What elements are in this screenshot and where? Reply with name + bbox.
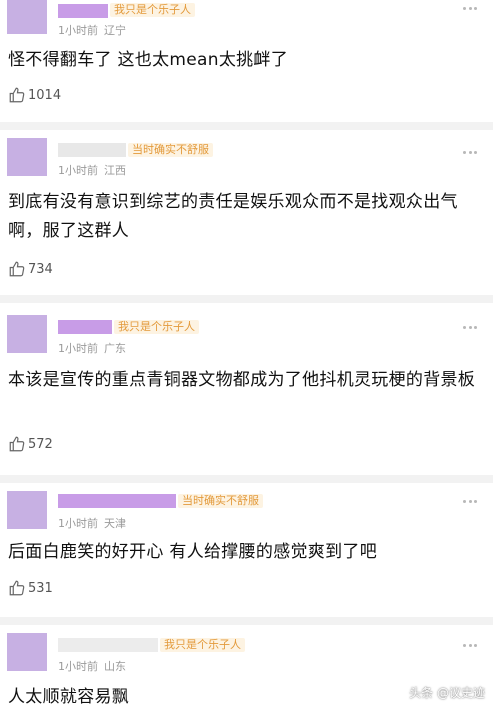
comment-3: 我只是个乐子人 1小时前 广东 本该是宣传的重点青铜器文物都成为了他抖机灵玩梗的背…: [0, 303, 493, 473]
comment-2: 当时确实不舒服 1小时前 江西 到底有没有意识到综艺的责任是娱乐观众而不是找观众出…: [0, 130, 493, 300]
like-count: 572: [28, 436, 53, 452]
more-dots-icon[interactable]: [463, 499, 477, 503]
comment-time: 1小时前: [58, 660, 98, 673]
username-redacted[interactable]: [58, 638, 158, 652]
comment-location: 山东: [104, 660, 126, 673]
like-button[interactable]: 572: [8, 435, 53, 453]
more-dots-icon[interactable]: [463, 6, 477, 10]
comment-location: 天津: [104, 517, 126, 530]
avatar[interactable]: [7, 315, 47, 353]
thumbs-up-icon: [9, 87, 25, 103]
user-tag: 当时确实不舒服: [128, 143, 213, 157]
divider: [0, 475, 493, 483]
comment-location: 广东: [104, 342, 126, 355]
comment-text: 怪不得翻车了 这也太mean太挑衅了: [8, 50, 289, 70]
comment-time: 1小时前: [58, 342, 98, 355]
divider: [0, 295, 493, 303]
like-button[interactable]: 734: [8, 260, 53, 278]
like-button[interactable]: 531: [8, 579, 53, 597]
like-count: 531: [28, 580, 53, 596]
user-tag: 当时确实不舒服: [178, 494, 263, 508]
username-redacted[interactable]: [58, 320, 112, 334]
user-tag: 我只是个乐子人: [160, 638, 245, 652]
like-button[interactable]: 1014: [8, 86, 61, 104]
more-dots-icon[interactable]: [463, 643, 477, 647]
comment-time: 1小时前: [58, 164, 98, 177]
comment-meta: 1小时前 山东: [58, 658, 132, 674]
username-redacted[interactable]: [58, 143, 126, 157]
watermark: 头条 @议史迹: [409, 686, 485, 700]
comment-time: 1小时前: [58, 517, 98, 530]
comment-text: 本该是宣传的重点青铜器文物都成为了他抖机灵玩梗的背景板: [8, 370, 476, 390]
comment-meta: 1小时前 辽宁: [58, 22, 132, 38]
thumbs-up-icon: [9, 261, 25, 277]
more-dots-icon[interactable]: [463, 325, 477, 329]
comment-meta: 1小时前 广东: [58, 340, 132, 356]
comment-meta: 1小时前 天津: [58, 515, 132, 531]
avatar[interactable]: [7, 491, 47, 529]
avatar[interactable]: [7, 633, 47, 671]
thumbs-up-icon: [9, 436, 25, 452]
comment-text: 到底有没有意识到综艺的责任是娱乐观众而不是找观众出气啊，服了这群人: [8, 192, 458, 241]
like-count: 734: [28, 261, 53, 277]
avatar[interactable]: [7, 138, 47, 176]
divider: [0, 617, 493, 625]
comment-1: 我只是个乐子人 1小时前 辽宁 怪不得翻车了 这也太mean太挑衅了 1014: [0, 0, 493, 118]
avatar[interactable]: [7, 0, 47, 34]
comment-location: 江西: [104, 164, 126, 177]
comment-4: 当时确实不舒服 1小时前 天津 后面白鹿笑的好开心 有人给撑腰的感觉爽到了吧 53…: [0, 483, 493, 613]
comment-meta: 1小时前 江西: [58, 162, 132, 178]
thumbs-up-icon: [9, 580, 25, 596]
user-tag: 我只是个乐子人: [114, 320, 199, 334]
like-count: 1014: [28, 87, 62, 103]
comment-location: 辽宁: [104, 24, 126, 37]
comment-time: 1小时前: [58, 24, 98, 37]
user-tag: 我只是个乐子人: [110, 3, 195, 17]
username-redacted[interactable]: [58, 4, 108, 18]
username-redacted[interactable]: [58, 494, 176, 508]
comment-text: 后面白鹿笑的好开心 有人给撑腰的感觉爽到了吧: [8, 542, 378, 562]
more-dots-icon[interactable]: [463, 150, 477, 154]
divider: [0, 122, 493, 130]
